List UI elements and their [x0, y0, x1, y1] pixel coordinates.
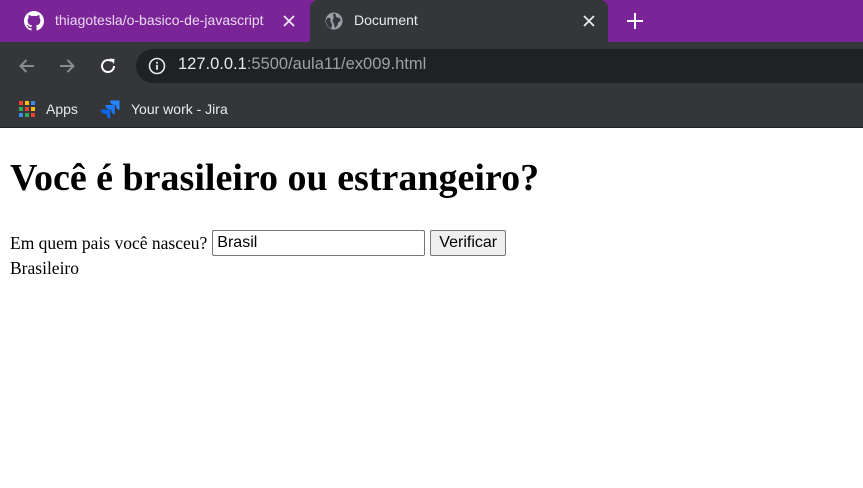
back-arrow-icon[interactable] [15, 54, 39, 78]
page-heading: Você é brasileiro ou estrangeiro? [10, 157, 540, 199]
page-content: Você é brasileiro ou estrangeiro? Em que… [0, 129, 863, 488]
github-icon [24, 11, 44, 31]
result-text: Brasileiro [10, 258, 80, 278]
url-text: 127.0.0.1:5500/aula11/ex009.html [178, 55, 426, 74]
tab-title: thiagotesla/o-basico-de-javascript [55, 12, 264, 28]
url-path: :5500/aula11/ex009.html [246, 55, 427, 73]
apps-grid-icon [19, 101, 35, 117]
bookmark-jira[interactable]: Your work - Jira [100, 98, 228, 120]
jira-icon [100, 100, 120, 119]
tab-strip: thiagotesla/o-basico-de-javascript Docum… [0, 0, 863, 42]
address-bar[interactable]: 127.0.0.1:5500/aula11/ex009.html [136, 49, 863, 83]
country-form: Em quem pais você nasceu? Verificar [10, 230, 507, 256]
question-label: Em quem pais você nasceu? [10, 232, 208, 253]
verify-button[interactable]: Verificar [430, 230, 507, 256]
bookmark-label: Apps [46, 101, 78, 117]
site-info-icon[interactable] [148, 57, 166, 75]
tab-github-repo[interactable]: thiagotesla/o-basico-de-javascript [0, 0, 310, 42]
url-host: 127.0.0.1 [178, 55, 247, 73]
close-tab-icon[interactable] [280, 12, 298, 30]
country-input[interactable] [212, 230, 426, 256]
new-tab-plus-icon[interactable] [624, 10, 646, 32]
bookmark-label: Your work - Jira [131, 101, 228, 117]
bookmarks-bar: Apps Your work - Jira [0, 90, 863, 128]
forward-arrow-icon[interactable] [55, 54, 79, 78]
tab-title: Document [354, 12, 418, 28]
bookmark-apps[interactable]: Apps [18, 98, 78, 120]
close-tab-icon[interactable] [580, 12, 598, 30]
reload-icon[interactable] [96, 54, 120, 78]
globe-icon [324, 11, 344, 31]
browser-toolbar: 127.0.0.1:5500/aula11/ex009.html [0, 42, 863, 90]
tab-document[interactable]: Document [310, 0, 608, 42]
